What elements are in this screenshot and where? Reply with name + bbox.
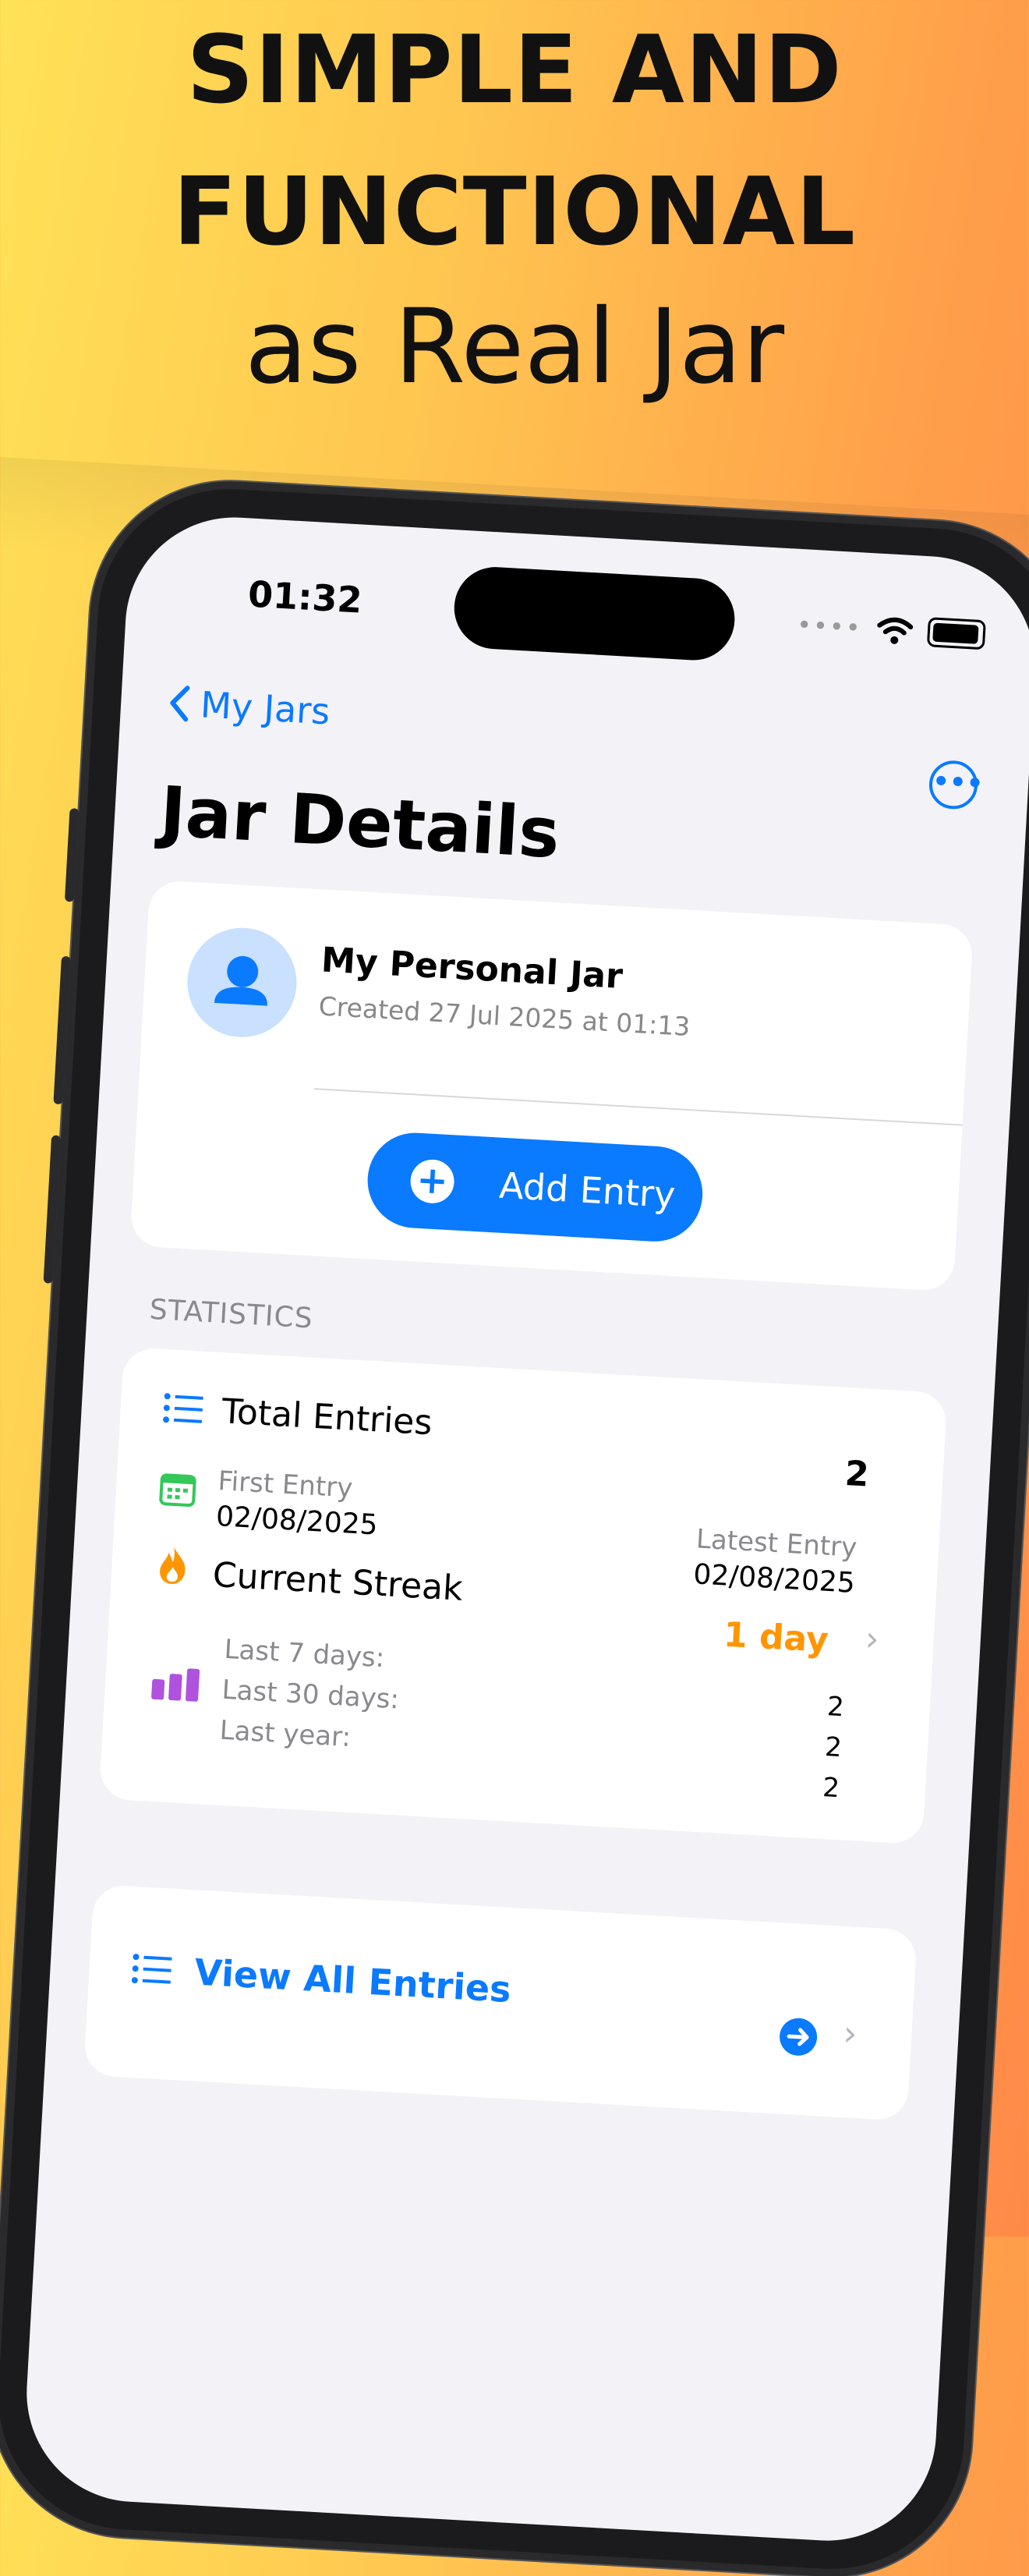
- total-entries-value: 2: [843, 1453, 870, 1495]
- status-icons: ••••: [796, 609, 986, 650]
- first-entry-value: 02/08/2025: [215, 1501, 379, 1542]
- last-30-days-value: 2: [824, 1731, 843, 1764]
- volume-down-button: [43, 1135, 62, 1284]
- wifi-icon: [876, 617, 913, 644]
- divider: [313, 1088, 963, 1126]
- action-button: [64, 808, 80, 902]
- current-streak-label: Current Streak: [211, 1554, 464, 1609]
- app-screen: 01:32 •••• My Jars ••• Jar Details My Pe…: [20, 511, 1029, 2547]
- person-icon: [214, 955, 267, 1006]
- promo-headline: SIMPLE AND FUNCTIONAL as Real Jar: [0, 0, 1029, 406]
- view-all-entries-label: View All Entries: [193, 1951, 513, 2011]
- chevron-right-icon: ›: [864, 1618, 881, 1660]
- add-entry-button[interactable]: + Add Entry: [365, 1130, 705, 1245]
- latest-entry-label: Latest Entry: [695, 1523, 858, 1564]
- dynamic-island: [451, 565, 737, 663]
- first-entry-label: First Entry: [217, 1465, 354, 1504]
- statistics-header: STATISTICS: [148, 1293, 314, 1335]
- jar-card: My Personal Jar Created 27 Jul 2025 at 0…: [129, 880, 974, 1292]
- volume-up-button: [53, 955, 71, 1105]
- last-7-days-label: Last 7 days:: [223, 1633, 386, 1674]
- last-30-days-label: Last 30 days:: [221, 1674, 400, 1716]
- chevron-right-icon: ›: [842, 2013, 858, 2054]
- jar-created-date: Created 27 Jul 2025 at 01:13: [317, 990, 691, 1042]
- more-options-button[interactable]: •••: [928, 759, 984, 811]
- jar-name: My Personal Jar: [320, 940, 624, 997]
- list-icon: [131, 1954, 172, 1984]
- battery-icon: [926, 617, 986, 650]
- signal-icon: ••••: [796, 609, 863, 643]
- calendar-icon: [159, 1473, 196, 1508]
- total-entries-label: Total Entries: [221, 1391, 433, 1444]
- headline-line-1: SIMPLE AND: [186, 16, 843, 125]
- plus-icon: +: [409, 1158, 456, 1205]
- avatar: [184, 924, 300, 1040]
- page-title: Jar Details: [157, 771, 562, 874]
- latest-entry-value: 02/08/2025: [692, 1558, 856, 1600]
- last-year-label: Last year:: [218, 1714, 352, 1754]
- arrow-right-circle-icon: [780, 2018, 818, 2056]
- flame-icon: [160, 1547, 186, 1584]
- list-icon: [163, 1393, 203, 1423]
- view-all-entries-row[interactable]: View All Entries ›: [83, 1884, 918, 2121]
- phone-frame: 01:32 •••• My Jars ••• Jar Details My Pe…: [0, 482, 1029, 2576]
- bar-chart-icon: [151, 1668, 200, 1702]
- current-streak-value: 1 day: [722, 1614, 829, 1661]
- add-entry-label: Add Entry: [497, 1164, 677, 1217]
- statistics-card[interactable]: Total Entries 2 First Entry 02/08/2025 L…: [98, 1347, 948, 1845]
- headline-line-3: as Real Jar: [244, 287, 785, 407]
- headline-line-2: FUNCTIONAL: [172, 158, 857, 267]
- status-time: 01:32: [246, 572, 363, 622]
- back-button[interactable]: My Jars: [167, 682, 331, 733]
- chevron-left-icon: [170, 686, 190, 722]
- last-7-days-value: 2: [826, 1691, 845, 1724]
- last-year-value: 2: [822, 1772, 841, 1805]
- back-label: My Jars: [199, 683, 331, 733]
